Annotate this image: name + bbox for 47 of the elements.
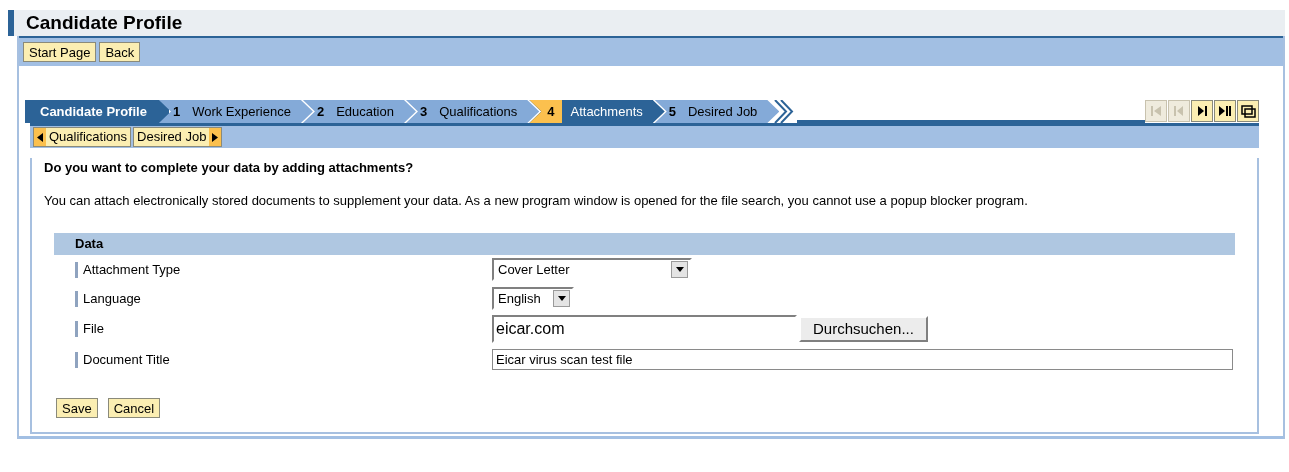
section-header: Data [54, 233, 1235, 255]
right-arrow-icon [212, 132, 219, 142]
caret-icon [675, 266, 684, 273]
step-label: Attachments [569, 102, 643, 121]
step-label: Qualifications [439, 102, 518, 121]
step-label: Candidate Profile [39, 102, 147, 121]
field-label: Attachment Type [83, 260, 181, 279]
dropdown-field[interactable]: English [492, 287, 574, 310]
toolbar-button[interactable]: Back [99, 42, 141, 62]
nav-button[interactable] [1191, 100, 1213, 122]
roadmap-step[interactable]: 3 Qualifications [405, 100, 540, 123]
step-number: 2 [316, 102, 326, 121]
first-icon [1148, 103, 1164, 119]
roadmap-step[interactable]: 1 Work Experience [158, 100, 313, 123]
roadmap-step[interactable]: 2 Education [302, 100, 416, 123]
nav-button[interactable] [1214, 100, 1236, 122]
field-label: File [83, 320, 104, 339]
step-number: 3 [419, 102, 429, 121]
roadmap-step[interactable]: 4 Attachments [529, 100, 665, 123]
action-button[interactable]: Save [56, 398, 98, 418]
step-nav-button[interactable]: Qualifications [33, 127, 132, 147]
step-number: 5 [668, 102, 677, 121]
step-number: 1 [172, 102, 182, 121]
step-nav-button[interactable]: Desired Job [133, 127, 223, 147]
step-number: 4 [529, 100, 563, 123]
browse-button[interactable]: Durchsuchen... [799, 316, 928, 342]
info-text: You can attach electronically stored documents to supplement your data. As a new program window is opened for the file search, you cannot use a popup blocker program. [44, 191, 1029, 210]
last-icon [1217, 103, 1233, 119]
action-button[interactable]: Cancel [107, 398, 161, 418]
dropdown-field[interactable]: Cover Letter [492, 258, 692, 281]
file-field[interactable]: eicar.com [492, 315, 797, 343]
window-icon [1240, 103, 1256, 119]
title-accent-bar [8, 10, 14, 36]
caret-icon [557, 295, 566, 302]
roadmap-step[interactable]: Candidate Profile [30, 100, 169, 123]
step-label: Work Experience [192, 102, 291, 121]
step-label: Desired Job [688, 102, 758, 121]
question-text: Do you want to complete your data by adding attachments? [44, 159, 415, 177]
roadmap-step[interactable]: 5 Desired Job [654, 100, 780, 123]
field-label: Language [83, 289, 141, 308]
page-title: Candidate Profile [25, 11, 183, 35]
left-arrow-icon [37, 132, 43, 142]
step-label: Education [336, 102, 394, 121]
text-field[interactable]: Eicar virus scan test file [492, 349, 1233, 370]
field-label: Document Title [83, 350, 170, 369]
nav-button[interactable] [1237, 100, 1259, 122]
toolbar-button[interactable]: Start Page [23, 42, 97, 62]
